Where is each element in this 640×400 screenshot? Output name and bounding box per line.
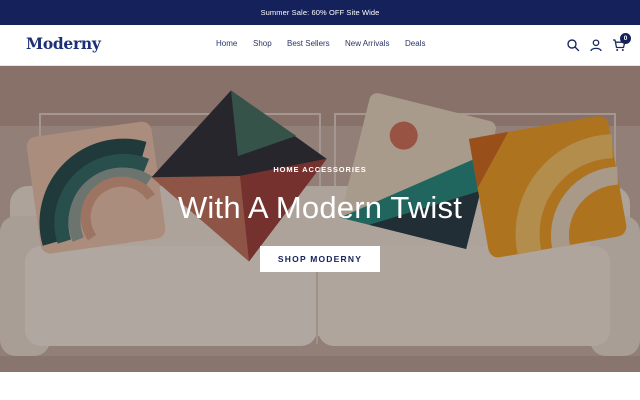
site-header: Moderny Home Shop Best Sellers New Arriv… [0, 25, 640, 66]
nav-item-home[interactable]: Home [216, 39, 237, 48]
hero-banner: HOME ACCESSORIES With A Modern Twist SHO… [0, 66, 640, 372]
page-section-below [0, 372, 640, 400]
account-icon[interactable] [589, 38, 603, 52]
header-icons: 0 [566, 33, 631, 53]
main-nav: Home Shop Best Sellers New Arrivals Deal… [0, 39, 640, 53]
cart-count-badge: 0 [620, 33, 631, 44]
nav-item-best-sellers[interactable]: Best Sellers [287, 39, 330, 48]
nav-item-shop[interactable]: Shop [253, 39, 272, 48]
nav-item-deals[interactable]: Deals [405, 39, 425, 48]
cart-icon[interactable]: 0 [612, 33, 631, 52]
search-icon[interactable] [566, 38, 580, 52]
hero-content: HOME ACCESSORIES With A Modern Twist SHO… [0, 66, 640, 372]
shop-moderny-button[interactable]: SHOP MODERNY [260, 246, 380, 272]
announcement-bar: Summer Sale: 60% OFF Site Wide [0, 0, 640, 25]
announcement-text: Summer Sale: 60% OFF Site Wide [260, 8, 380, 17]
hero-headline: With A Modern Twist [177, 190, 463, 225]
nav-item-new-arrivals[interactable]: New Arrivals [345, 39, 389, 48]
hero-eyebrow: HOME ACCESSORIES [273, 165, 367, 174]
